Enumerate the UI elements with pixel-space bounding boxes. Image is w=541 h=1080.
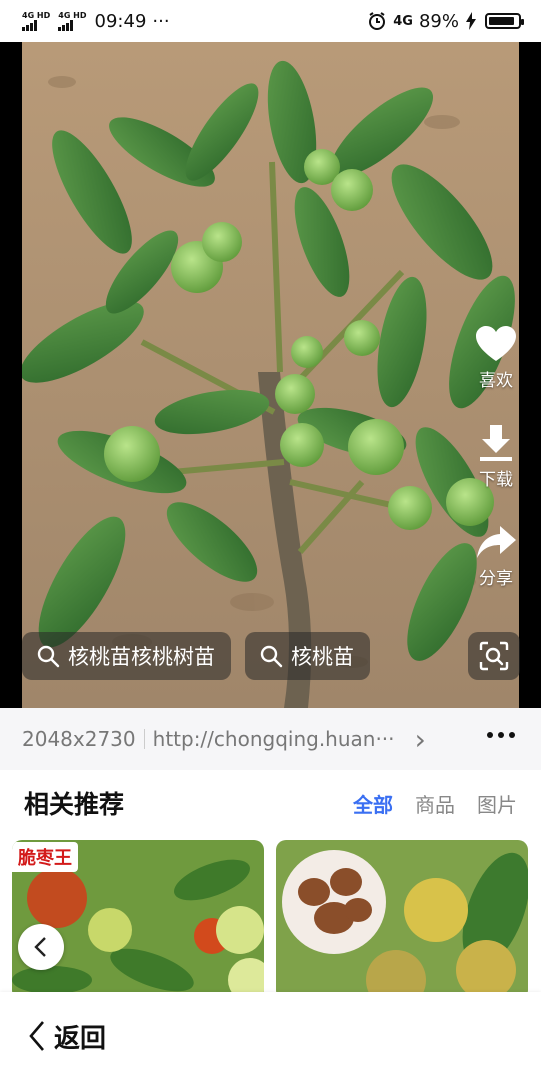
like-label: 喜欢 bbox=[479, 371, 513, 391]
chevron-right-icon[interactable]: › bbox=[415, 723, 426, 756]
back-button[interactable]: 返回 bbox=[28, 1018, 106, 1055]
battery-icon bbox=[485, 13, 524, 29]
related-card-jujube[interactable]: 脆枣王 bbox=[12, 840, 264, 992]
signal-1-icon: 4G HD bbox=[22, 11, 50, 31]
side-actions: 喜欢 下载 分享 bbox=[461, 324, 531, 621]
search-suggestions: 核桃苗核桃树苗 核桃苗 bbox=[22, 632, 370, 680]
filter-tabs: 全部 商品 图片 bbox=[353, 789, 517, 818]
search-chip-walnut-seedling[interactable]: 核桃苗 bbox=[245, 632, 370, 680]
search-icon bbox=[260, 645, 283, 668]
network-4g-icon: 4G bbox=[393, 13, 413, 29]
status-bar: 4G HD 4G HD 09:49 ··· 4G 89% bbox=[0, 0, 541, 42]
image-info-row: 2048x2730 http://chongqing.huan··· › bbox=[0, 708, 541, 770]
related-card-pecan[interactable] bbox=[276, 840, 528, 992]
heart-icon bbox=[476, 326, 516, 361]
alarm-icon bbox=[369, 12, 386, 30]
download-button[interactable]: 下载 bbox=[474, 423, 518, 490]
image-search-button[interactable] bbox=[468, 632, 520, 680]
share-icon bbox=[477, 526, 516, 558]
clock: 09:49 bbox=[94, 10, 147, 32]
search-icon bbox=[37, 645, 60, 668]
prev-button[interactable] bbox=[18, 924, 64, 970]
search-chip-walnut-seedling-tree[interactable]: 核桃苗核桃树苗 bbox=[22, 632, 231, 680]
more-options-button[interactable] bbox=[487, 732, 515, 738]
related-title: 相关推荐 bbox=[24, 790, 125, 819]
pecan-photo bbox=[276, 840, 528, 992]
promo-tag: 脆枣王 bbox=[12, 842, 78, 872]
like-button[interactable]: 喜欢 bbox=[474, 324, 518, 391]
image-search-icon bbox=[479, 641, 509, 671]
tab-products[interactable]: 商品 bbox=[415, 789, 455, 818]
share-button[interactable]: 分享 bbox=[474, 522, 518, 589]
bottom-bar: 返回 bbox=[0, 992, 541, 1080]
notification-more: ··· bbox=[152, 10, 170, 32]
chevron-left-icon bbox=[34, 937, 46, 957]
tab-images[interactable]: 图片 bbox=[477, 789, 517, 818]
download-label: 下载 bbox=[479, 470, 513, 490]
signal-2-icon: 4G HD bbox=[58, 11, 87, 31]
source-url-link[interactable]: http://chongqing.huan··· bbox=[153, 727, 403, 751]
share-label: 分享 bbox=[479, 569, 513, 589]
battery-percent: 89% bbox=[418, 10, 459, 32]
image-viewer[interactable]: 喜欢 下载 分享 核桃苗核桃树苗 核桃苗 bbox=[0, 42, 541, 708]
search-chip-label: 核桃苗核桃树苗 bbox=[68, 645, 215, 669]
related-header: 相关推荐 全部 商品 图片 bbox=[0, 770, 541, 836]
related-grid: 脆枣王 bbox=[12, 840, 529, 992]
back-label: 返回 bbox=[54, 1023, 107, 1054]
charging-icon bbox=[466, 12, 476, 30]
search-chip-label: 核桃苗 bbox=[291, 645, 354, 669]
image-dimensions: 2048x2730 bbox=[22, 727, 136, 751]
divider bbox=[143, 729, 145, 749]
walnut-tree-photo[interactable] bbox=[22, 42, 519, 708]
chevron-left-icon bbox=[29, 1021, 44, 1051]
tab-all[interactable]: 全部 bbox=[353, 789, 393, 818]
download-icon bbox=[480, 425, 512, 461]
image-viewer-page: 4G HD 4G HD 09:49 ··· 4G 89% 喜欢 下载 分享 核桃… bbox=[0, 0, 541, 1080]
